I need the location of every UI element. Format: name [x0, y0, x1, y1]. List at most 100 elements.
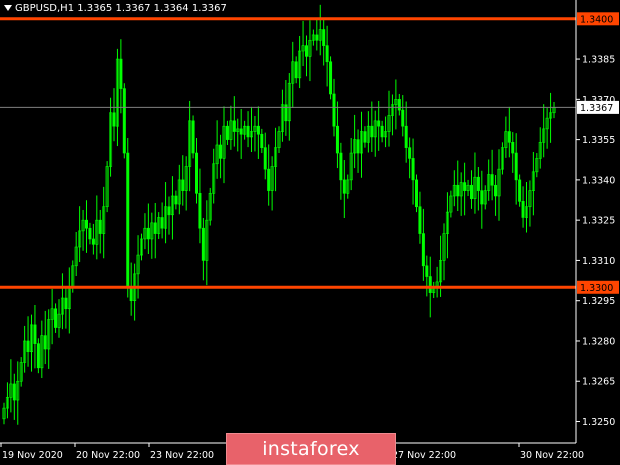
candle	[524, 182, 528, 233]
candle	[466, 179, 470, 196]
candle	[54, 303, 58, 333]
candle-body	[315, 34, 319, 41]
candle-body	[246, 125, 250, 138]
candle	[418, 191, 422, 244]
price-tick-label: 1.3325	[582, 216, 615, 227]
candle	[146, 203, 150, 254]
candle	[181, 155, 185, 206]
candle	[463, 162, 467, 216]
candles-group	[2, 4, 556, 425]
candle-body	[88, 227, 92, 240]
candle	[390, 94, 394, 136]
candle-body	[411, 158, 415, 181]
candle	[164, 182, 168, 244]
price-tick-label: 1.3385	[582, 55, 615, 66]
candle	[43, 310, 47, 365]
candle	[222, 106, 226, 184]
price-box-label: 1.3300	[580, 283, 613, 294]
candle	[494, 175, 498, 216]
candle	[394, 79, 398, 130]
candle-body	[494, 184, 498, 197]
candle	[294, 56, 298, 84]
candle-body	[511, 141, 515, 154]
candle	[119, 39, 123, 114]
candle-body	[119, 58, 123, 89]
candle	[98, 209, 102, 254]
candle	[311, 29, 315, 46]
candle	[23, 325, 27, 373]
candle	[363, 126, 367, 148]
candle-body	[43, 335, 47, 350]
candle	[535, 153, 539, 178]
candle-body	[480, 190, 484, 205]
price-tick-label: 1.3310	[582, 256, 615, 267]
candle-body	[404, 125, 408, 148]
candle	[57, 299, 61, 338]
candle	[195, 138, 199, 204]
candle	[236, 118, 240, 152]
candle-body	[397, 99, 401, 111]
candle-body	[153, 222, 157, 234]
candle	[263, 132, 267, 180]
candle	[260, 128, 264, 154]
candle	[109, 97, 113, 177]
candle-body	[167, 206, 171, 216]
time-tick-label: 20 Nov 22:00	[76, 450, 140, 461]
candle-body	[476, 176, 480, 191]
candle	[459, 172, 463, 216]
dropdown-arrow-icon[interactable]	[4, 5, 12, 11]
candle	[442, 223, 446, 281]
candle-body	[332, 93, 336, 127]
candle	[370, 101, 374, 152]
candle-body	[329, 61, 333, 95]
candle-body	[380, 125, 384, 138]
candle-body	[219, 144, 223, 159]
candle	[136, 235, 140, 299]
candle	[140, 233, 144, 261]
candle	[167, 196, 171, 235]
candle	[267, 144, 271, 206]
candle	[549, 92, 553, 143]
candle	[112, 88, 116, 142]
candle-body	[146, 227, 150, 240]
candle	[95, 195, 99, 260]
candle	[102, 186, 106, 259]
candle-body	[54, 308, 58, 328]
candle-body	[232, 120, 236, 132]
candle	[239, 109, 243, 159]
candle-body	[507, 131, 511, 143]
candle	[40, 320, 44, 379]
candle	[81, 209, 85, 251]
candle	[50, 288, 54, 345]
candle	[188, 100, 192, 192]
candle	[542, 104, 546, 158]
level-price-box: 1.3400	[577, 12, 619, 26]
candle	[435, 266, 439, 298]
price-chart[interactable]: 1.33851.33701.33551.33401.33251.33101.32…	[0, 0, 620, 465]
candle	[205, 200, 209, 286]
candle-body	[363, 131, 367, 143]
candle-body	[414, 179, 418, 208]
candle	[184, 156, 188, 211]
watermark-logo: instaforex	[226, 433, 396, 465]
candle	[274, 127, 278, 192]
candle	[425, 255, 429, 297]
candle	[315, 19, 319, 51]
candle-body	[377, 120, 381, 127]
candle	[301, 20, 305, 67]
candle-body	[463, 182, 467, 191]
candle	[483, 185, 487, 210]
candle	[246, 111, 250, 148]
candle-body	[490, 174, 494, 186]
candle-body	[518, 179, 522, 202]
candle	[497, 149, 501, 221]
candle	[432, 281, 436, 299]
price-tick-label: 1.3265	[582, 377, 615, 388]
candle-body	[33, 324, 37, 344]
candle-body	[322, 29, 326, 46]
candle-body	[122, 88, 126, 154]
candle	[414, 174, 418, 213]
candle	[160, 202, 164, 239]
candle-body	[456, 184, 460, 197]
chart-header: GBPUSD,H1 1.3365 1.3367 1.3364 1.3367	[4, 3, 227, 14]
